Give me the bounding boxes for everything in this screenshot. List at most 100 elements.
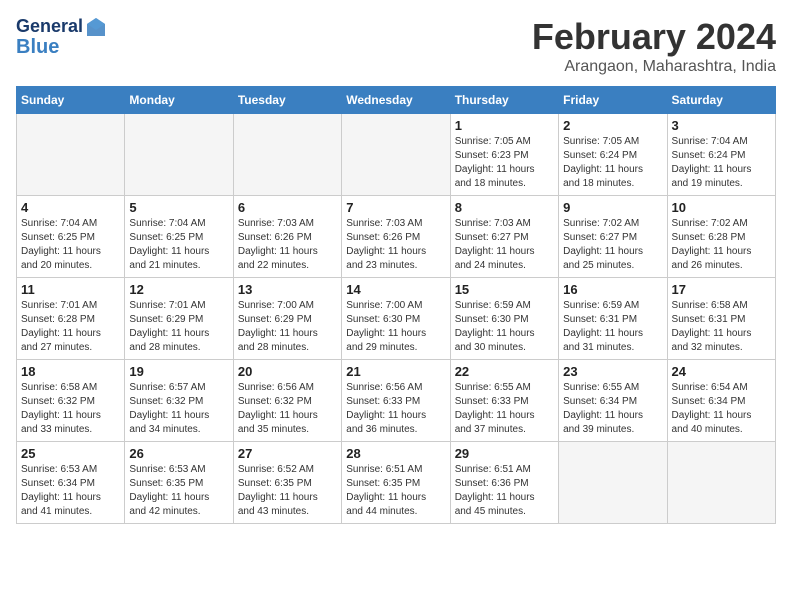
- day-number: 6: [238, 200, 337, 215]
- day-info: Sunrise: 6:51 AM Sunset: 6:36 PM Dayligh…: [455, 463, 554, 519]
- day-info: Sunrise: 7:01 AM Sunset: 6:28 PM Dayligh…: [21, 299, 120, 355]
- weekday-header: Monday: [125, 87, 233, 114]
- day-info: Sunrise: 6:56 AM Sunset: 6:33 PM Dayligh…: [346, 381, 445, 437]
- calendar-cell: 27 Sunrise: 6:52 AM Sunset: 6:35 PM Dayli…: [233, 442, 341, 524]
- calendar-cell: 13 Sunrise: 7:00 AM Sunset: 6:29 PM Dayli…: [233, 278, 341, 360]
- day-number: 5: [129, 200, 228, 215]
- day-number: 22: [455, 364, 554, 379]
- day-number: 25: [21, 446, 120, 461]
- day-info: Sunrise: 6:53 AM Sunset: 6:34 PM Dayligh…: [21, 463, 120, 519]
- day-number: 12: [129, 282, 228, 297]
- calendar-cell: 10Sunrise: 7:02 AM Sunset: 6:28 PM Dayli…: [667, 196, 775, 278]
- day-number: 21: [346, 364, 445, 379]
- calendar-cell: 14 Sunrise: 7:00 AM Sunset: 6:30 PM Dayli…: [342, 278, 450, 360]
- day-number: 1: [455, 118, 554, 133]
- day-info: Sunrise: 6:59 AM Sunset: 6:31 PM Dayligh…: [563, 299, 662, 355]
- day-info: Sunrise: 7:04 AM Sunset: 6:25 PM Dayligh…: [21, 217, 120, 273]
- calendar-week-row: 4 Sunrise: 7:04 AM Sunset: 6:25 PM Daylig…: [17, 196, 776, 278]
- month-title: February 2024: [532, 16, 776, 58]
- day-info: Sunrise: 6:58 AM Sunset: 6:31 PM Dayligh…: [672, 299, 771, 355]
- calendar-cell: 24Sunrise: 6:54 AM Sunset: 6:34 PM Dayli…: [667, 360, 775, 442]
- calendar-cell: 11 Sunrise: 7:01 AM Sunset: 6:28 PM Dayli…: [17, 278, 125, 360]
- calendar-cell: 26 Sunrise: 6:53 AM Sunset: 6:35 PM Dayli…: [125, 442, 233, 524]
- calendar-cell: [17, 114, 125, 196]
- calendar-cell: 1Sunrise: 7:05 AM Sunset: 6:23 PM Daylig…: [450, 114, 558, 196]
- day-number: 8: [455, 200, 554, 215]
- calendar-cell: 29Sunrise: 6:51 AM Sunset: 6:36 PM Dayli…: [450, 442, 558, 524]
- calendar-week-row: 25 Sunrise: 6:53 AM Sunset: 6:34 PM Dayli…: [17, 442, 776, 524]
- day-info: Sunrise: 7:03 AM Sunset: 6:26 PM Dayligh…: [238, 217, 337, 273]
- weekday-header: Friday: [559, 87, 667, 114]
- day-number: 26: [129, 446, 228, 461]
- weekday-header: Tuesday: [233, 87, 341, 114]
- calendar-cell: [125, 114, 233, 196]
- day-number: 11: [21, 282, 120, 297]
- day-info: Sunrise: 7:02 AM Sunset: 6:28 PM Dayligh…: [672, 217, 771, 273]
- calendar-week-row: 18 Sunrise: 6:58 AM Sunset: 6:32 PM Dayli…: [17, 360, 776, 442]
- day-number: 15: [455, 282, 554, 297]
- day-info: Sunrise: 7:01 AM Sunset: 6:29 PM Dayligh…: [129, 299, 228, 355]
- calendar-cell: 18 Sunrise: 6:58 AM Sunset: 6:32 PM Dayli…: [17, 360, 125, 442]
- title-area: February 2024 Arangaon, Maharashtra, Ind…: [532, 16, 776, 76]
- day-info: Sunrise: 7:04 AM Sunset: 6:24 PM Dayligh…: [672, 135, 771, 191]
- weekday-header: Thursday: [450, 87, 558, 114]
- logo: General Blue: [16, 16, 107, 58]
- calendar-cell: [667, 442, 775, 524]
- logo-icon: [85, 16, 107, 38]
- day-info: Sunrise: 7:04 AM Sunset: 6:25 PM Dayligh…: [129, 217, 228, 273]
- calendar-cell: 16 Sunrise: 6:59 AM Sunset: 6:31 PM Dayli…: [559, 278, 667, 360]
- weekday-header: Wednesday: [342, 87, 450, 114]
- day-info: Sunrise: 7:03 AM Sunset: 6:27 PM Dayligh…: [455, 217, 554, 273]
- calendar-cell: [559, 442, 667, 524]
- day-info: Sunrise: 7:05 AM Sunset: 6:24 PM Dayligh…: [563, 135, 662, 191]
- day-info: Sunrise: 7:02 AM Sunset: 6:27 PM Dayligh…: [563, 217, 662, 273]
- calendar-cell: 20Sunrise: 6:56 AM Sunset: 6:32 PM Dayli…: [233, 360, 341, 442]
- logo-general: General: [16, 17, 83, 37]
- calendar-cell: 6 Sunrise: 7:03 AM Sunset: 6:26 PM Daylig…: [233, 196, 341, 278]
- day-number: 9: [563, 200, 662, 215]
- calendar-cell: 15Sunrise: 6:59 AM Sunset: 6:30 PM Dayli…: [450, 278, 558, 360]
- calendar-cell: 7 Sunrise: 7:03 AM Sunset: 6:26 PM Daylig…: [342, 196, 450, 278]
- day-number: 14: [346, 282, 445, 297]
- day-info: Sunrise: 7:00 AM Sunset: 6:29 PM Dayligh…: [238, 299, 337, 355]
- day-info: Sunrise: 6:55 AM Sunset: 6:33 PM Dayligh…: [455, 381, 554, 437]
- calendar: SundayMondayTuesdayWednesdayThursdayFrid…: [16, 86, 776, 524]
- day-info: Sunrise: 7:00 AM Sunset: 6:30 PM Dayligh…: [346, 299, 445, 355]
- day-number: 23: [563, 364, 662, 379]
- day-info: Sunrise: 6:53 AM Sunset: 6:35 PM Dayligh…: [129, 463, 228, 519]
- location: Arangaon, Maharashtra, India: [532, 58, 776, 76]
- day-info: Sunrise: 7:03 AM Sunset: 6:26 PM Dayligh…: [346, 217, 445, 273]
- day-info: Sunrise: 6:56 AM Sunset: 6:32 PM Dayligh…: [238, 381, 337, 437]
- calendar-cell: 22 Sunrise: 6:55 AM Sunset: 6:33 PM Dayli…: [450, 360, 558, 442]
- calendar-cell: 23 Sunrise: 6:55 AM Sunset: 6:34 PM Dayli…: [559, 360, 667, 442]
- calendar-cell: 25 Sunrise: 6:53 AM Sunset: 6:34 PM Dayli…: [17, 442, 125, 524]
- day-info: Sunrise: 6:52 AM Sunset: 6:35 PM Dayligh…: [238, 463, 337, 519]
- weekday-header: Sunday: [17, 87, 125, 114]
- day-info: Sunrise: 6:57 AM Sunset: 6:32 PM Dayligh…: [129, 381, 228, 437]
- day-number: 7: [346, 200, 445, 215]
- day-number: 4: [21, 200, 120, 215]
- day-number: 13: [238, 282, 337, 297]
- calendar-cell: [342, 114, 450, 196]
- day-info: Sunrise: 6:51 AM Sunset: 6:35 PM Dayligh…: [346, 463, 445, 519]
- day-number: 16: [563, 282, 662, 297]
- day-number: 17: [672, 282, 771, 297]
- day-info: Sunrise: 6:58 AM Sunset: 6:32 PM Dayligh…: [21, 381, 120, 437]
- day-number: 18: [21, 364, 120, 379]
- calendar-cell: 3 Sunrise: 7:04 AM Sunset: 6:24 PM Daylig…: [667, 114, 775, 196]
- day-info: Sunrise: 6:54 AM Sunset: 6:34 PM Dayligh…: [672, 381, 771, 437]
- day-number: 27: [238, 446, 337, 461]
- calendar-header-row: SundayMondayTuesdayWednesdayThursdayFrid…: [17, 87, 776, 114]
- calendar-cell: 2Sunrise: 7:05 AM Sunset: 6:24 PM Daylig…: [559, 114, 667, 196]
- weekday-header: Saturday: [667, 87, 775, 114]
- day-number: 19: [129, 364, 228, 379]
- day-info: Sunrise: 6:55 AM Sunset: 6:34 PM Dayligh…: [563, 381, 662, 437]
- calendar-cell: 8 Sunrise: 7:03 AM Sunset: 6:27 PM Daylig…: [450, 196, 558, 278]
- calendar-cell: 21 Sunrise: 6:56 AM Sunset: 6:33 PM Dayli…: [342, 360, 450, 442]
- calendar-cell: 19 Sunrise: 6:57 AM Sunset: 6:32 PM Dayli…: [125, 360, 233, 442]
- calendar-week-row: 1Sunrise: 7:05 AM Sunset: 6:23 PM Daylig…: [17, 114, 776, 196]
- logo-blue: Blue: [16, 36, 107, 58]
- calendar-cell: 12 Sunrise: 7:01 AM Sunset: 6:29 PM Dayli…: [125, 278, 233, 360]
- calendar-cell: 5 Sunrise: 7:04 AM Sunset: 6:25 PM Daylig…: [125, 196, 233, 278]
- day-number: 3: [672, 118, 771, 133]
